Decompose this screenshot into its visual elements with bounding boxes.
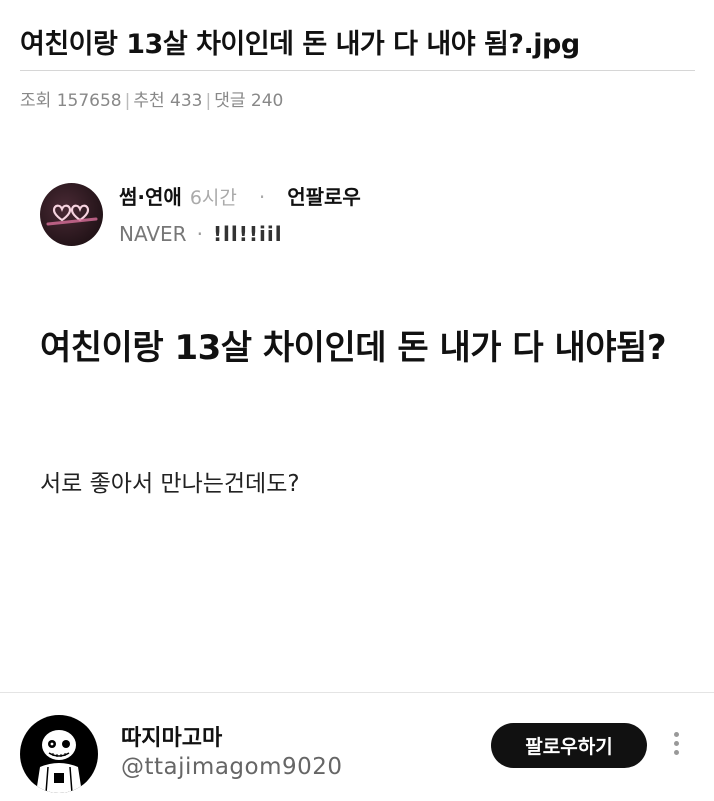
skeleton-character-icon (36, 730, 82, 793)
post-body: 서로 좋아서 만나는건데도? (40, 471, 300, 497)
post-header-line2: NAVER · !ll!!iil (119, 222, 283, 246)
author-avatar[interactable] (40, 183, 103, 246)
unfollow-button[interactable]: 언팔로우 (287, 185, 361, 209)
views-label: 조회 (20, 91, 52, 111)
more-options-icon[interactable] (666, 728, 686, 764)
category-link[interactable]: 썸·연애 (119, 185, 182, 209)
follow-button[interactable]: 팔로우하기 (491, 723, 647, 768)
separator-dot: · (196, 222, 203, 246)
footer-divider (0, 692, 714, 693)
source-label: NAVER (119, 222, 187, 246)
post-time: 6시간 (189, 187, 237, 209)
views-count: 157658 (56, 91, 122, 111)
footer-author-name[interactable]: 따지마고마 (121, 720, 222, 752)
separator-dot: · (258, 185, 266, 209)
recommend-count: 433 (170, 91, 203, 111)
author-nickname[interactable]: !ll!!iil (213, 222, 283, 246)
post-header-line1: 썸·연애 6시간 · 언팔로우 (119, 181, 361, 210)
footer-author-handle[interactable]: @ttajimagom9020 (121, 754, 343, 780)
footer-avatar[interactable] (20, 715, 98, 793)
post-stats: 조회 157658 | 추천 433 | 댓글 240 (20, 91, 284, 111)
post-title: 여친이랑 13살 차이인데 돈 내가 다 내야됨? (40, 328, 667, 368)
comments-count: 240 (250, 91, 284, 111)
page-title: 여친이랑 13살 차이인데 돈 내가 다 내야 됨?.jpg (20, 29, 580, 60)
title-divider (20, 70, 695, 71)
recommend-label: 추천 (133, 91, 165, 111)
neon-hearts-icon (46, 204, 98, 226)
comments-label: 댓글 (214, 91, 246, 111)
